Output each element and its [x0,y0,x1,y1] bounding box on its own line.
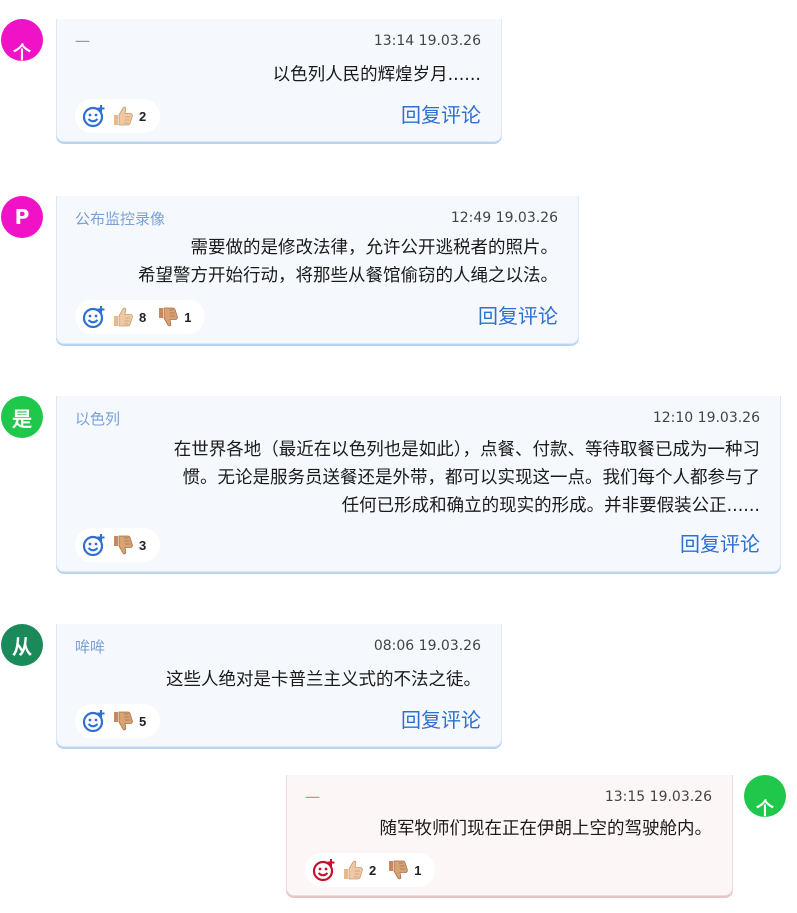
comment-text-line: 需要做的是修改法律，允许公开逃税者的照片。 [190,238,559,258]
comment-author[interactable]: 以色列 [75,408,120,429]
add-reaction-icon[interactable] [81,304,107,330]
reply-button[interactable]: 回复评论 [680,528,760,557]
own-comment-card: 一 13:15 19.03.26 随军牧师们现在正在伊朗上空的驾驶舱内。 2 1 [286,775,733,896]
add-reaction-icon[interactable] [81,532,107,558]
reply-button[interactable]: 回复评论 [401,99,481,128]
reaction-bar: 2 [75,99,161,133]
comment-text-line: 在世界各地（最近在以色列也是如此），点餐、付款、等待取餐已成为一种习 [173,440,760,460]
reaction-bar: 8 1 [75,300,206,334]
reaction-bar: 5 [75,704,161,738]
add-reaction-icon[interactable] [81,708,107,734]
like-count: 8 [139,309,147,325]
comment-text: 在世界各地（最近在以色列也是如此），点餐、付款、等待取餐已成为一种习 惯。无论是… [75,436,760,520]
comment-timestamp: 12:49 19.03.26 [450,210,558,226]
dislike-count: 3 [139,537,147,553]
avatar-letter: 是 [12,406,32,431]
comment-author[interactable]: 哞哞 [75,636,105,657]
avatar[interactable]: 个 [744,775,786,817]
add-reaction-icon[interactable] [81,103,107,129]
comment-text-line: 随军牧师们现在正在伊朗上空的驾驶舱内。 [379,819,713,839]
comment-timestamp: 13:14 19.03.26 [373,33,481,49]
comment-card: 以色列 12:10 19.03.26 在世界各地（最近在以色列也是如此），点餐、… [56,396,781,572]
dislike-count: 1 [414,862,422,878]
comment-text: 以色列人民的辉煌岁月...... [75,61,481,89]
thumbs-up-icon[interactable] [110,304,136,330]
reaction-bar: 3 [75,528,161,562]
avatar-letter: P [14,205,30,229]
thumbs-up-icon[interactable] [110,103,136,129]
reaction-bar: 2 1 [305,853,436,887]
avatar[interactable]: P [1,196,43,238]
comment-text: 随军牧师们现在正在伊朗上空的驾驶舱内。 [305,815,713,843]
comment-author[interactable]: 公布监控录像 [75,208,165,229]
comment-timestamp: 08:06 19.03.26 [373,638,481,654]
comment-text-line: 以色列人民的辉煌岁月...... [272,65,481,85]
thumbs-down-icon[interactable] [155,304,181,330]
comment-text-line: 希望警方开始行动，将那些从餐馆偷窃的人绳之以法。 [138,266,558,286]
avatar-letter: 个 [13,43,31,61]
comment-text: 需要做的是修改法律，允许公开逃税者的照片。 希望警方开始行动，将那些从餐馆偷窃的… [75,234,558,290]
like-count: 2 [369,862,377,878]
thumbs-down-icon[interactable] [110,708,136,734]
reply-button[interactable]: 回复评论 [401,704,481,733]
comment-author[interactable]: 一 [75,31,90,52]
thumbs-up-icon[interactable] [340,857,366,883]
avatar[interactable]: 是 [1,396,43,438]
comment-card: 公布监控录像 12:49 19.03.26 需要做的是修改法律，允许公开逃税者的… [56,196,579,344]
avatar-letter: 从 [12,634,32,659]
avatar[interactable]: 从 [1,624,43,666]
like-count: 2 [139,108,147,124]
reply-button[interactable]: 回复评论 [478,300,558,329]
comment-timestamp: 13:15 19.03.26 [604,789,712,805]
avatar[interactable]: 个 [1,19,43,61]
comment-text: 这些人绝对是卡普兰主义式的不法之徒。 [75,666,481,694]
comment-text-line: 惯。无论是服务员送餐还是外带，都可以实现这一点。我们每个人都参与了 [182,468,761,488]
add-reaction-icon[interactable] [311,857,337,883]
comment-card: 哞哞 08:06 19.03.26 这些人绝对是卡普兰主义式的不法之徒。 5 回… [56,624,502,747]
comment-text-line: 任何已形成和确立的现实的形成。并非要假装公正...... [341,496,760,516]
comment-timestamp: 12:10 19.03.26 [652,410,760,426]
thumbs-down-icon[interactable] [385,857,411,883]
avatar-letter: 个 [756,799,774,817]
comment-text-line: 这些人绝对是卡普兰主义式的不法之徒。 [166,670,481,690]
dislike-count: 1 [184,309,192,325]
comment-card: 一 13:14 19.03.26 以色列人民的辉煌岁月...... 2 回复评论 [56,19,502,142]
dislike-count: 5 [139,713,147,729]
comment-author[interactable]: 一 [305,787,320,808]
thumbs-down-icon[interactable] [110,532,136,558]
